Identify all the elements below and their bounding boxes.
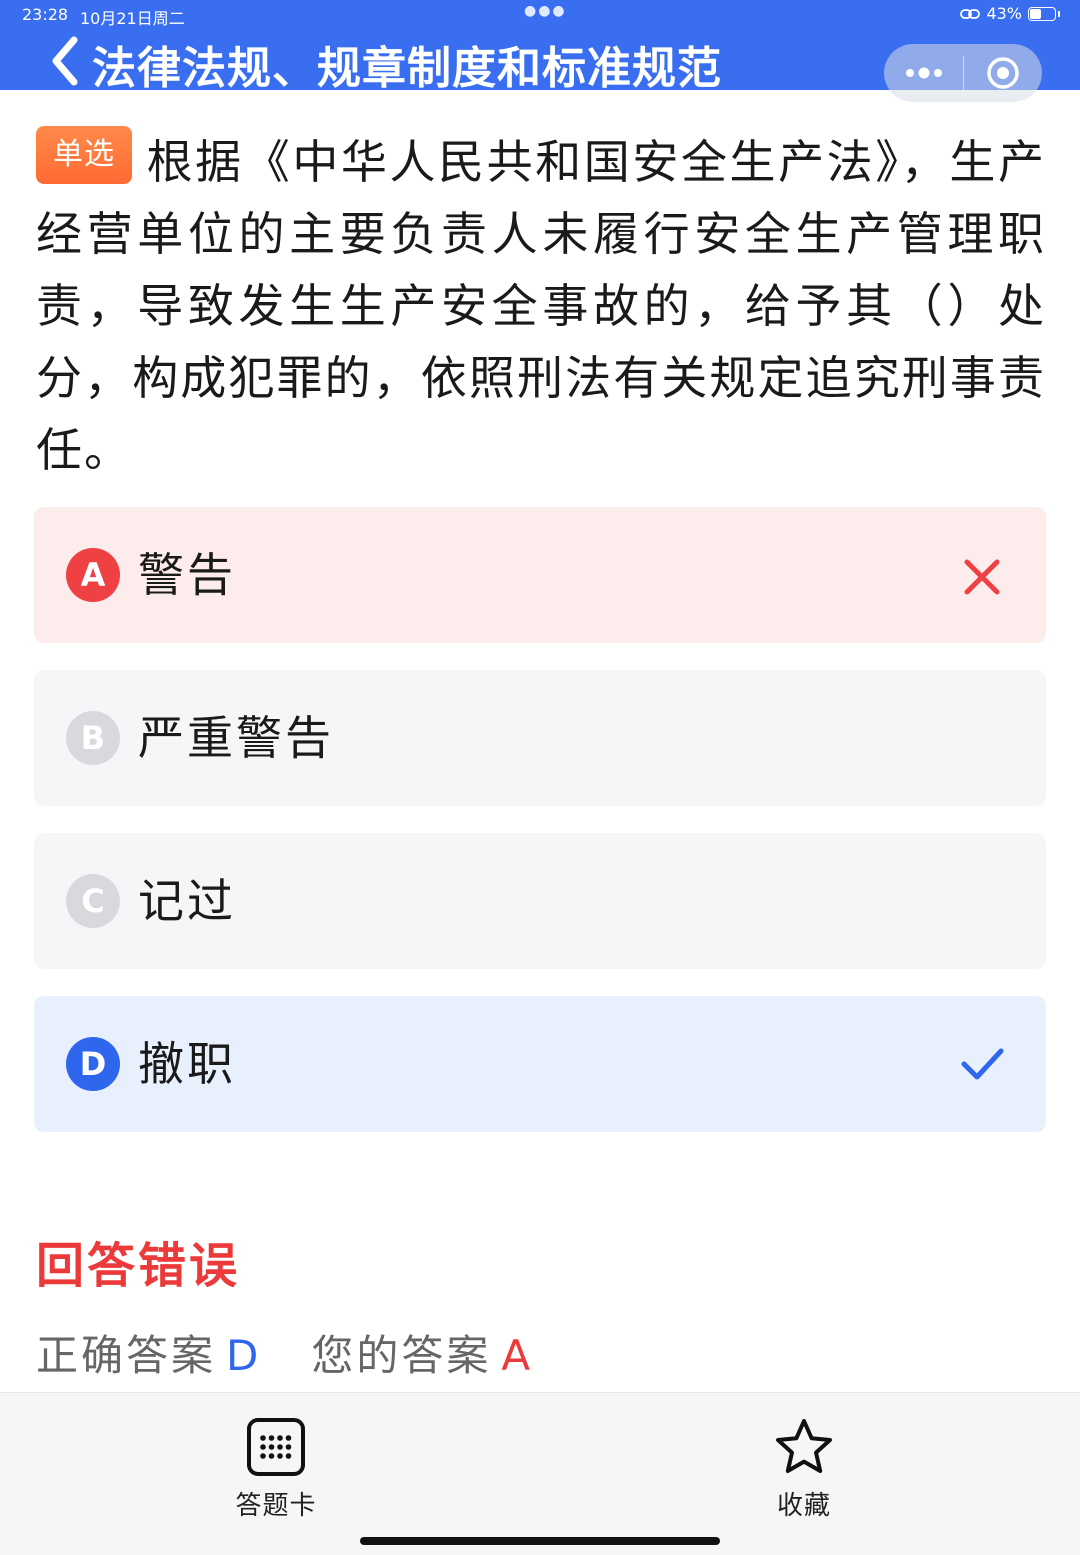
option-letter-badge: C bbox=[66, 874, 120, 928]
star-icon bbox=[776, 1419, 832, 1473]
option-text: 警告 bbox=[138, 548, 236, 602]
multitask-dots-icon[interactable]: ●●● bbox=[524, 3, 567, 19]
back-arrow-icon[interactable] bbox=[46, 36, 86, 86]
answer-card-label: 答题卡 bbox=[235, 1491, 317, 1521]
home-indicator[interactable] bbox=[360, 1537, 720, 1545]
status-date: 10月21日周二 bbox=[80, 9, 185, 28]
bottom-toolbar: 答题卡 收藏 bbox=[0, 1392, 1080, 1555]
option-a[interactable]: A 警告 bbox=[34, 507, 1046, 643]
user-answer-label: 您的答案 bbox=[311, 1331, 492, 1380]
result-title: 回答错误 bbox=[36, 1238, 241, 1294]
cross-icon bbox=[964, 559, 1000, 595]
option-d[interactable]: D 撤职 bbox=[34, 996, 1046, 1132]
more-button[interactable] bbox=[884, 44, 963, 102]
mini-program-capsule bbox=[884, 44, 1042, 102]
more-dots-icon bbox=[905, 67, 942, 79]
favorite-label: 收藏 bbox=[776, 1491, 831, 1521]
link-icon bbox=[960, 8, 981, 19]
battery-percent: 43% bbox=[986, 4, 1022, 23]
option-text: 撤职 bbox=[138, 1037, 236, 1091]
question-type-tag: 单选 bbox=[36, 126, 132, 184]
answer-summary: 正确答案 D 您的答案 A bbox=[36, 1322, 533, 1383]
header-bar: 23:28 10月21日周二 ●●● 43% 法律法规、规章制度和标准规范 bbox=[0, 0, 1080, 102]
correct-answer-value: D bbox=[226, 1331, 262, 1380]
target-close-icon bbox=[987, 57, 1019, 89]
favorite-button[interactable]: 收藏 bbox=[734, 1417, 874, 1522]
page-title: 法律法规、规章制度和标准规范 bbox=[92, 43, 722, 94]
question-text: 根据《中华人民共和国安全生产法》，生产经营单位的主要负责人未履行安全生产管理职责… bbox=[36, 135, 1046, 477]
correct-answer-label: 正确答案 bbox=[36, 1331, 217, 1380]
battery-fill bbox=[1030, 8, 1042, 19]
option-text: 严重警告 bbox=[138, 711, 334, 765]
answer-card-button[interactable]: 答题卡 bbox=[206, 1417, 346, 1522]
option-letter-badge: A bbox=[66, 548, 120, 602]
option-c[interactable]: C 记过 bbox=[34, 833, 1046, 969]
check-icon bbox=[961, 1048, 1004, 1080]
battery-cap bbox=[1058, 10, 1060, 17]
status-right: 43% bbox=[960, 4, 1060, 23]
option-letter-badge: B bbox=[66, 711, 120, 765]
close-button[interactable] bbox=[964, 44, 1042, 102]
user-answer-value: A bbox=[501, 1331, 534, 1380]
option-text: 记过 bbox=[138, 874, 236, 928]
question-text-block: 单选 根据《中华人民共和国安全生产法》，生产经营单位的主要负责人未履行安全生产管理… bbox=[36, 126, 1046, 486]
battery-icon bbox=[1028, 6, 1056, 21]
option-b[interactable]: B 严重警告 bbox=[34, 670, 1046, 806]
status-time: 23:28 bbox=[22, 5, 69, 24]
grid-icon bbox=[247, 1418, 305, 1476]
option-letter-badge: D bbox=[66, 1037, 120, 1091]
